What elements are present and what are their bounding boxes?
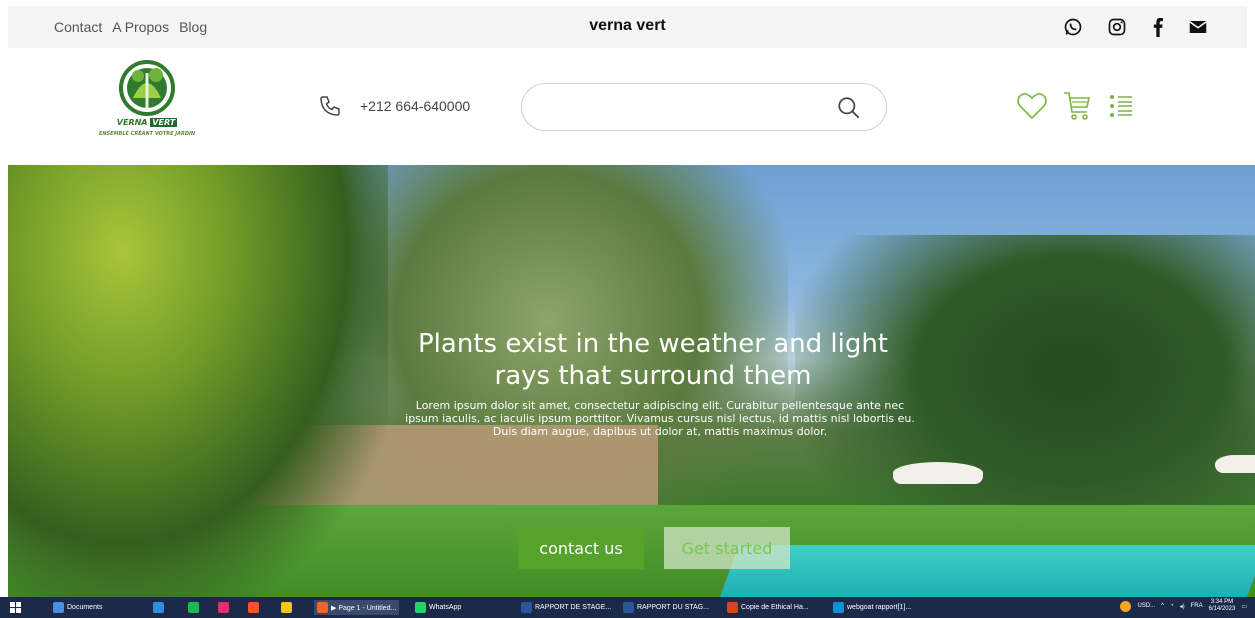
- taskbar-app-label: ▶ Page 1 - Untitled...: [331, 604, 397, 612]
- tree-logo-icon: [119, 60, 175, 116]
- search-icon[interactable]: [836, 95, 862, 121]
- taskbar-app[interactable]: [245, 600, 262, 615]
- hero-title: Plants exist in the weather and light ra…: [418, 329, 888, 391]
- taskbar-app[interactable]: RAPPORT DU STAG...: [620, 600, 712, 615]
- taskbar-app[interactable]: WhatsApp: [412, 600, 464, 615]
- app-icon: [317, 602, 328, 613]
- search-input[interactable]: [542, 96, 822, 120]
- logo-tagline: ENSEMBLE CRÉANT VOTRE JARDIN: [98, 131, 196, 137]
- tray-chevron-up-icon[interactable]: ^: [1161, 603, 1164, 609]
- app-icon: [248, 602, 259, 613]
- phone-number: +212 664-640000: [360, 98, 471, 114]
- taskbar-app[interactable]: [185, 600, 202, 615]
- taskbar-app[interactable]: [278, 600, 295, 615]
- taskbar-app-label: WhatsApp: [429, 604, 462, 611]
- contact-us-button[interactable]: contact us: [518, 527, 644, 569]
- taskbar-app-label: RAPPORT DU STAG...: [637, 604, 709, 611]
- app-icon: [833, 602, 844, 613]
- hero-description: Lorem ipsum dolor sit amet, consectetur …: [405, 399, 915, 438]
- logo-verna: VERNA: [116, 118, 148, 127]
- whatsapp-icon[interactable]: [1063, 17, 1083, 37]
- taskbar-app[interactable]: RAPPORT DE STAGE...: [518, 600, 614, 615]
- windows-start-icon[interactable]: [10, 602, 21, 613]
- instagram-icon[interactable]: [1107, 17, 1127, 37]
- tray-time: 3:34 PM: [1210, 599, 1234, 605]
- app-icon: [281, 602, 292, 613]
- cart-icon[interactable]: [1062, 90, 1092, 122]
- taskbar-app-label: Copie de Ethical Ha...: [741, 604, 809, 611]
- app-icon: [727, 602, 738, 613]
- mail-icon[interactable]: [1189, 19, 1207, 35]
- phone-contact[interactable]: +212 664-640000: [318, 94, 470, 118]
- tray-lang[interactable]: FRA: [1191, 603, 1203, 609]
- taskbar-app-label: Documents: [67, 604, 103, 611]
- os-taskbar: Documents ▶ Page 1 - Untitled... WhatsApp R…: [0, 597, 1255, 618]
- get-started-button[interactable]: Get started: [664, 527, 790, 569]
- hero-bg-umbrella: [893, 462, 983, 484]
- app-icon: [218, 602, 229, 613]
- top-bar: Contact A Propos Blog verna vert: [8, 6, 1247, 48]
- app-icon: [415, 602, 426, 613]
- site-brand: verna vert: [589, 17, 666, 34]
- list-icon[interactable]: [1106, 91, 1136, 121]
- facebook-icon[interactable]: [1151, 17, 1165, 37]
- tray-date: 6/14/2023: [1208, 606, 1236, 612]
- notifications-icon[interactable]: ▭: [1241, 603, 1247, 610]
- taskbar-app[interactable]: webgoat rapport[1]...: [830, 600, 914, 615]
- search-box[interactable]: [521, 83, 887, 131]
- logo-vert: VERT: [150, 118, 178, 127]
- header-actions: [1016, 90, 1136, 122]
- tray-network-icon[interactable]: ◔: [1170, 603, 1174, 609]
- taskbar-app[interactable]: [150, 600, 167, 615]
- taskbar-app[interactable]: [215, 600, 232, 615]
- app-icon: [623, 602, 634, 613]
- hero-bg-tree-left: [8, 165, 388, 597]
- app-icon: [521, 602, 532, 613]
- app-icon: [53, 602, 64, 613]
- hero-bg-pool: [717, 545, 1255, 597]
- tray-usd[interactable]: USD...: [1137, 603, 1155, 609]
- tray-volume-icon[interactable]: ◂): [1180, 603, 1185, 610]
- taskbar-app[interactable]: Documents: [50, 600, 105, 615]
- app-icon: [153, 602, 164, 613]
- heart-icon[interactable]: [1016, 91, 1048, 121]
- hero-bg-umbrella-right: [1215, 455, 1255, 473]
- system-tray: USD... ^ ◔ ◂) FRA 3:34 PM 6/14/2023 ▭: [1120, 599, 1247, 613]
- logo[interactable]: VERNA VERT ENSEMBLE CRÉANT VOTRE JARDIN: [88, 58, 206, 146]
- hero-banner: Plants exist in the weather and light ra…: [8, 165, 1255, 597]
- taskbar-app-label: RAPPORT DE STAGE...: [535, 604, 612, 611]
- app-icon: [188, 602, 199, 613]
- phone-icon: [320, 96, 340, 116]
- weather-icon[interactable]: [1120, 600, 1132, 612]
- social-links: [1063, 17, 1207, 37]
- tray-clock[interactable]: 3:34 PM 6/14/2023: [1209, 599, 1236, 613]
- logo-wordmark: VERNA VERT: [88, 118, 206, 127]
- taskbar-app[interactable]: Copie de Ethical Ha...: [724, 600, 812, 615]
- taskbar-app-label: webgoat rapport[1]...: [847, 604, 912, 611]
- taskbar-app[interactable]: ▶ Page 1 - Untitled...: [314, 600, 400, 615]
